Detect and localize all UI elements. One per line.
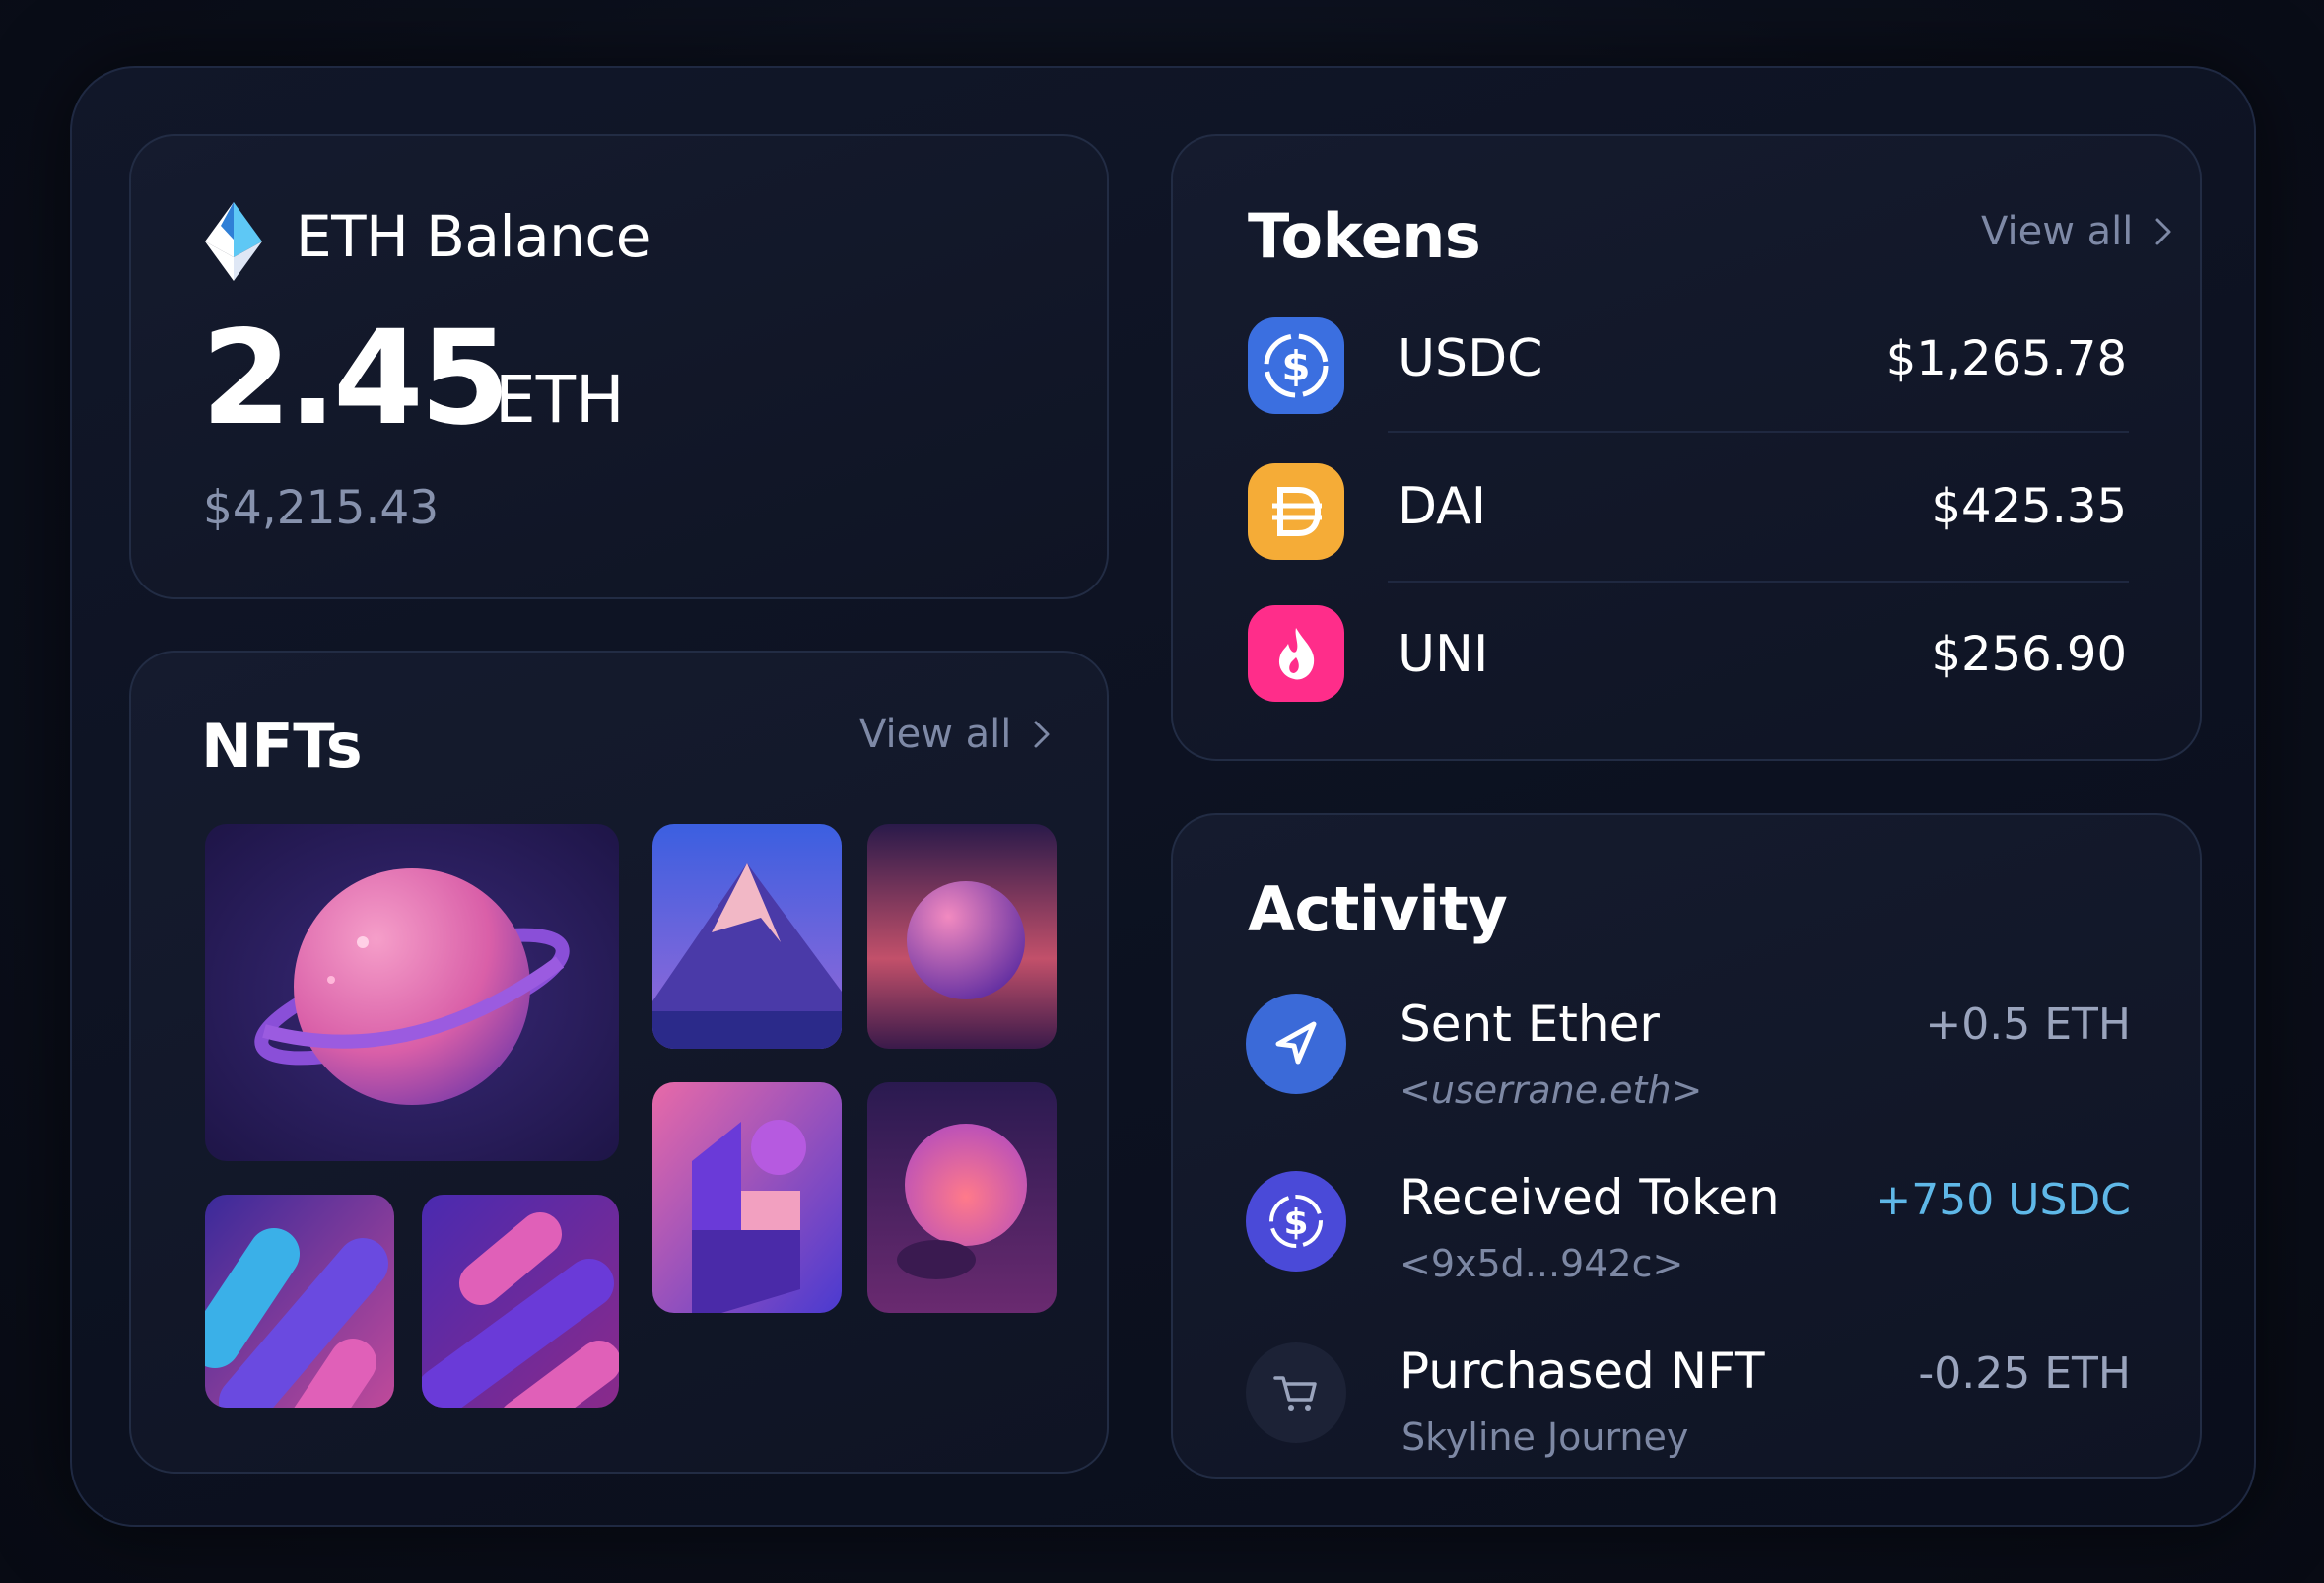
token-row-usdc[interactable]: $ (1248, 317, 1344, 414)
activity-subtitle: <9x5d...942c> (1400, 1242, 1684, 1285)
activity-title-text: Purchased NFT (1400, 1342, 1765, 1400)
token-name: USDC (1398, 329, 1543, 388)
activity-row-received[interactable]: $ (1246, 1171, 1346, 1272)
activity-row-purchased[interactable] (1246, 1342, 1346, 1443)
nfts-view-all-link[interactable]: View all (859, 712, 1051, 757)
token-value: $256.90 (1931, 627, 2128, 682)
activity-subtitle: <userrane.eth> (1400, 1068, 1703, 1112)
eth-balance-unit: ETH (495, 362, 625, 438)
activity-amount: -0.25 ETH (1918, 1348, 2131, 1399)
cart-icon (1246, 1342, 1346, 1443)
send-icon (1246, 994, 1346, 1094)
activity-title: Activity (1248, 873, 1508, 945)
token-divider (1388, 431, 2129, 433)
nft-stripes-blue-thumbnail[interactable] (205, 1195, 394, 1408)
usdc-icon: $ (1248, 317, 1344, 414)
chevron-right-icon (2155, 218, 2171, 245)
activity-amount: +750 USDC (1875, 1175, 2131, 1225)
token-name: UNI (1398, 625, 1489, 684)
chevron-right-icon (1034, 721, 1050, 748)
dai-icon (1248, 463, 1344, 560)
tokens-view-all-label: View all (1981, 209, 2134, 254)
eth-balance-title: ETH Balance (296, 203, 650, 270)
nft-sunset-orb-thumbnail[interactable] (867, 1082, 1057, 1313)
token-row-dai[interactable] (1248, 463, 1344, 560)
nfts-view-all-label: View all (859, 712, 1012, 757)
token-divider (1388, 581, 2129, 583)
token-value: $1,265.78 (1885, 331, 2127, 386)
token-value: $425.35 (1931, 479, 2128, 534)
eth-balance-usd: $4,215.43 (203, 481, 440, 535)
svg-text:$: $ (1283, 1203, 1308, 1243)
token-name: DAI (1398, 477, 1487, 536)
eth-balance-amount: 2.45 (201, 303, 511, 454)
svg-text:$: $ (1281, 342, 1310, 390)
activity-amount: +0.5 ETH (1925, 999, 2131, 1050)
usdc-receive-icon: $ (1246, 1171, 1346, 1272)
tokens-view-all-link[interactable]: View all (1981, 209, 2172, 254)
token-row-uni[interactable] (1248, 605, 1344, 702)
uni-icon (1248, 605, 1344, 702)
nft-mountain-thumbnail[interactable] (652, 824, 842, 1049)
activity-title-text: Sent Ether (1400, 996, 1660, 1053)
activity-subtitle: Skyline Journey (1401, 1415, 1689, 1459)
nfts-title: NFTs (201, 710, 363, 782)
nft-stripes-purple-thumbnail[interactable] (422, 1195, 619, 1408)
ethereum-icon (205, 202, 262, 281)
nft-abstract-shape-thumbnail[interactable] (652, 1082, 842, 1313)
nft-planet-thumbnail[interactable] (205, 824, 619, 1161)
tokens-title: Tokens (1248, 200, 1481, 272)
activity-title-text: Received Token (1400, 1169, 1780, 1226)
nft-sphere-thumbnail[interactable] (867, 824, 1057, 1049)
activity-row-sent[interactable] (1246, 994, 1346, 1094)
